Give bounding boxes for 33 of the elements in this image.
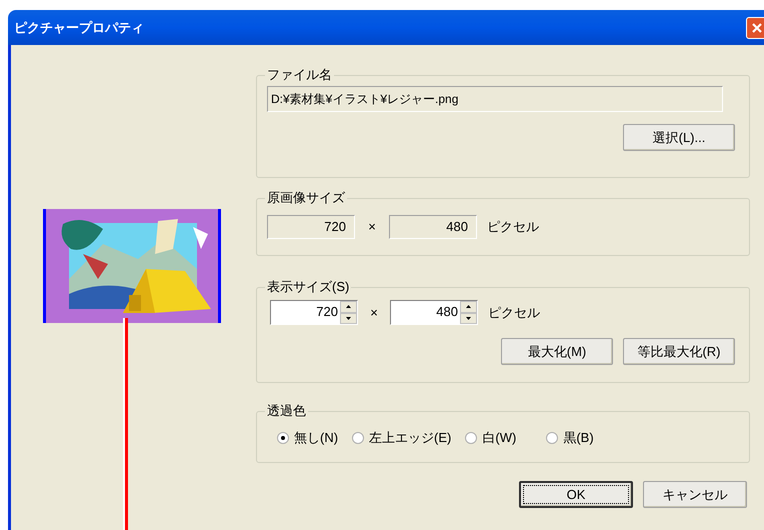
close-button[interactable] bbox=[746, 16, 764, 38]
radio-option[interactable]: 無し(N) bbox=[277, 428, 338, 448]
times-sign: × bbox=[367, 218, 377, 236]
push-button[interactable]: 等比最大化(R) bbox=[623, 338, 735, 365]
number-spinner[interactable]: 720 bbox=[270, 300, 358, 325]
push-button[interactable]: OK bbox=[519, 481, 633, 508]
radio-option[interactable]: 白(W) bbox=[465, 428, 516, 448]
unit-label: ピクセル bbox=[487, 218, 539, 236]
group-label: 原画像サイズ bbox=[266, 190, 346, 206]
group-label: ファイル名 bbox=[266, 67, 333, 83]
spin-up-icon[interactable] bbox=[340, 301, 357, 312]
window-title: ピクチャープロパティ bbox=[14, 18, 145, 37]
spin-up-icon[interactable] bbox=[460, 301, 477, 312]
times-sign: × bbox=[369, 304, 379, 322]
group-label: 表示サイズ(S) bbox=[266, 279, 350, 295]
number-spinner[interactable]: 480 bbox=[390, 300, 478, 325]
radio-icon[interactable] bbox=[465, 432, 478, 444]
spin-down-icon[interactable] bbox=[460, 312, 477, 324]
height-readout: 480 bbox=[389, 215, 477, 239]
radio-option[interactable]: 左上エッジ(E) bbox=[352, 428, 452, 448]
radio-option[interactable]: 黒(B) bbox=[546, 428, 594, 448]
radio-icon[interactable] bbox=[546, 432, 558, 444]
close-icon[interactable] bbox=[752, 22, 762, 32]
push-button[interactable]: キャンセル bbox=[643, 481, 747, 508]
unit-label: ピクセル bbox=[488, 304, 540, 322]
push-button[interactable]: 選択(L)... bbox=[623, 124, 735, 151]
radio-icon[interactable] bbox=[277, 432, 289, 444]
spin-down-icon[interactable] bbox=[340, 312, 357, 324]
radio-icon[interactable] bbox=[352, 432, 364, 444]
group-label: 透過色 bbox=[266, 403, 307, 419]
push-button[interactable]: 最大化(M) bbox=[501, 338, 613, 365]
path-field[interactable]: D:¥素材集¥イラスト¥レジャー.png bbox=[267, 86, 723, 112]
width-readout: 720 bbox=[267, 215, 355, 239]
